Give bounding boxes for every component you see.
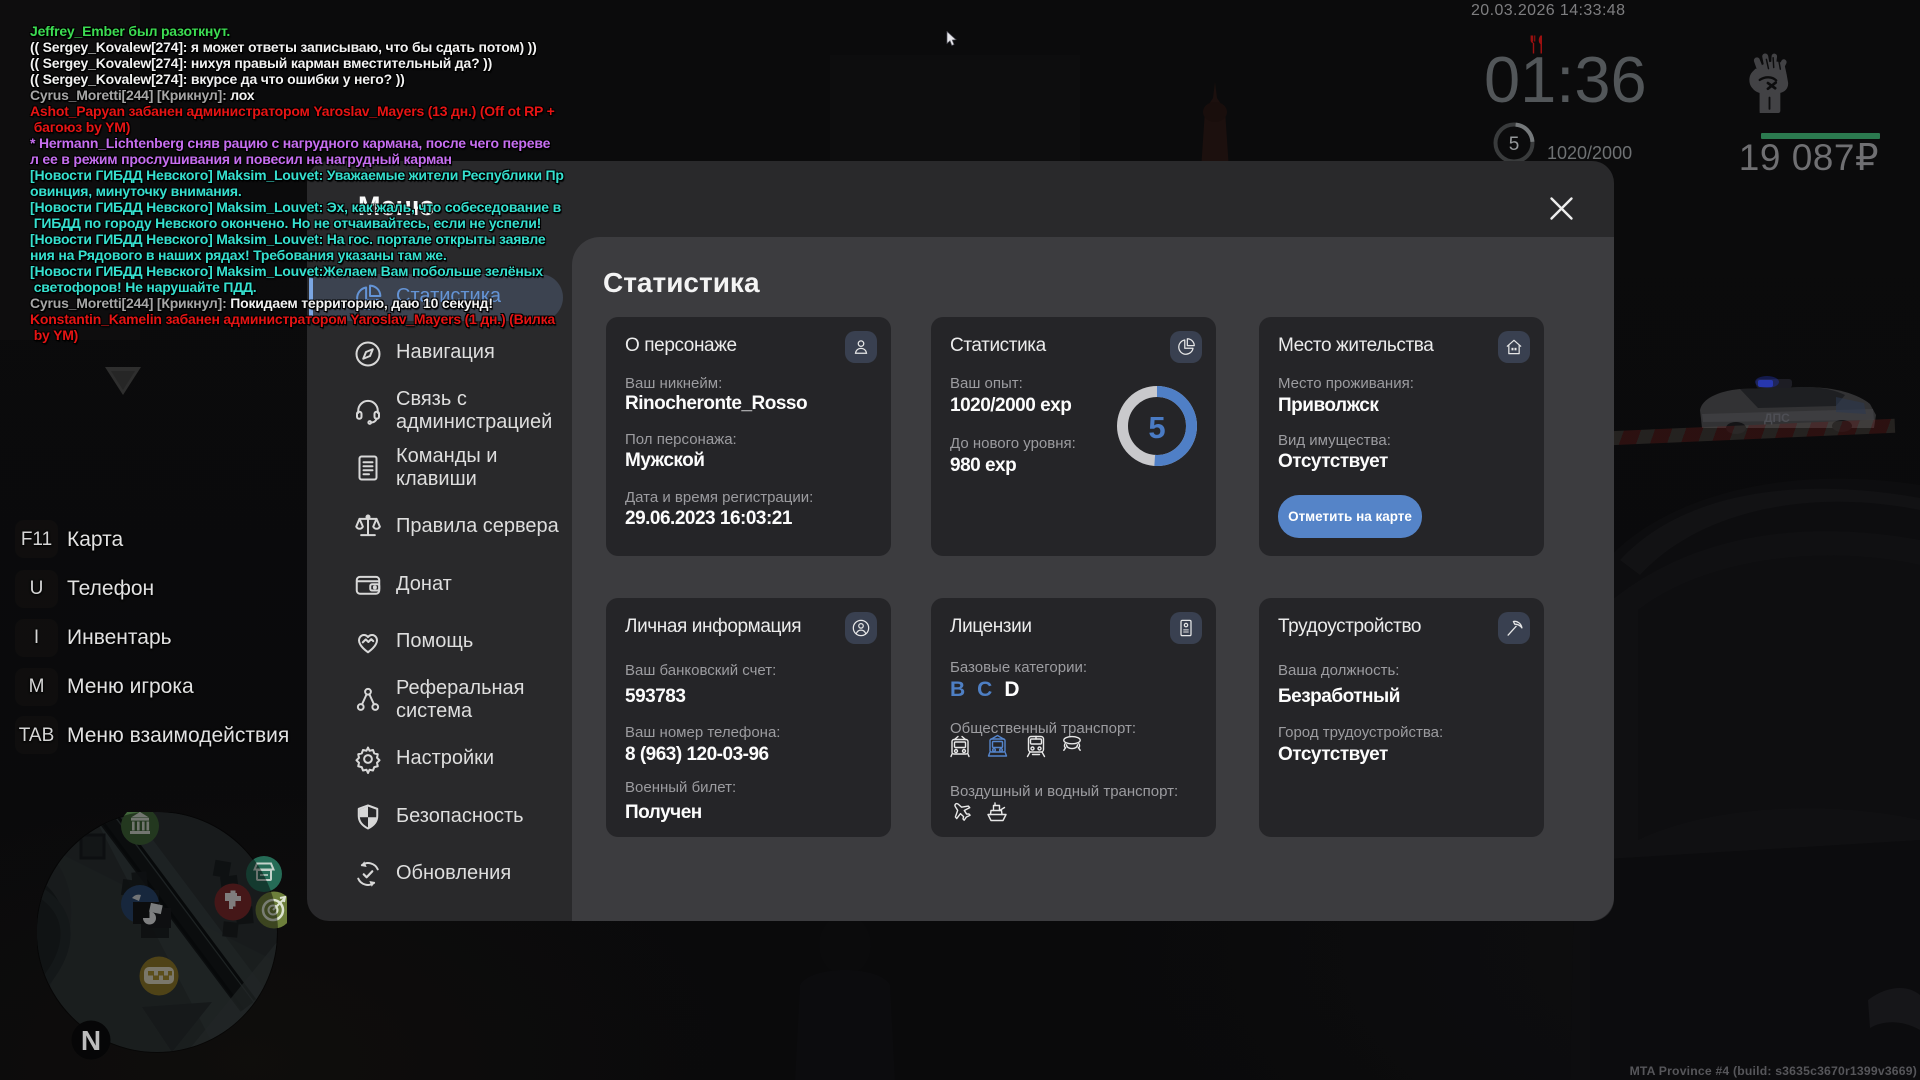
svg-text:N: N bbox=[81, 1025, 101, 1056]
svg-text:5: 5 bbox=[1509, 134, 1520, 155]
svg-text:5: 5 bbox=[1148, 410, 1165, 445]
